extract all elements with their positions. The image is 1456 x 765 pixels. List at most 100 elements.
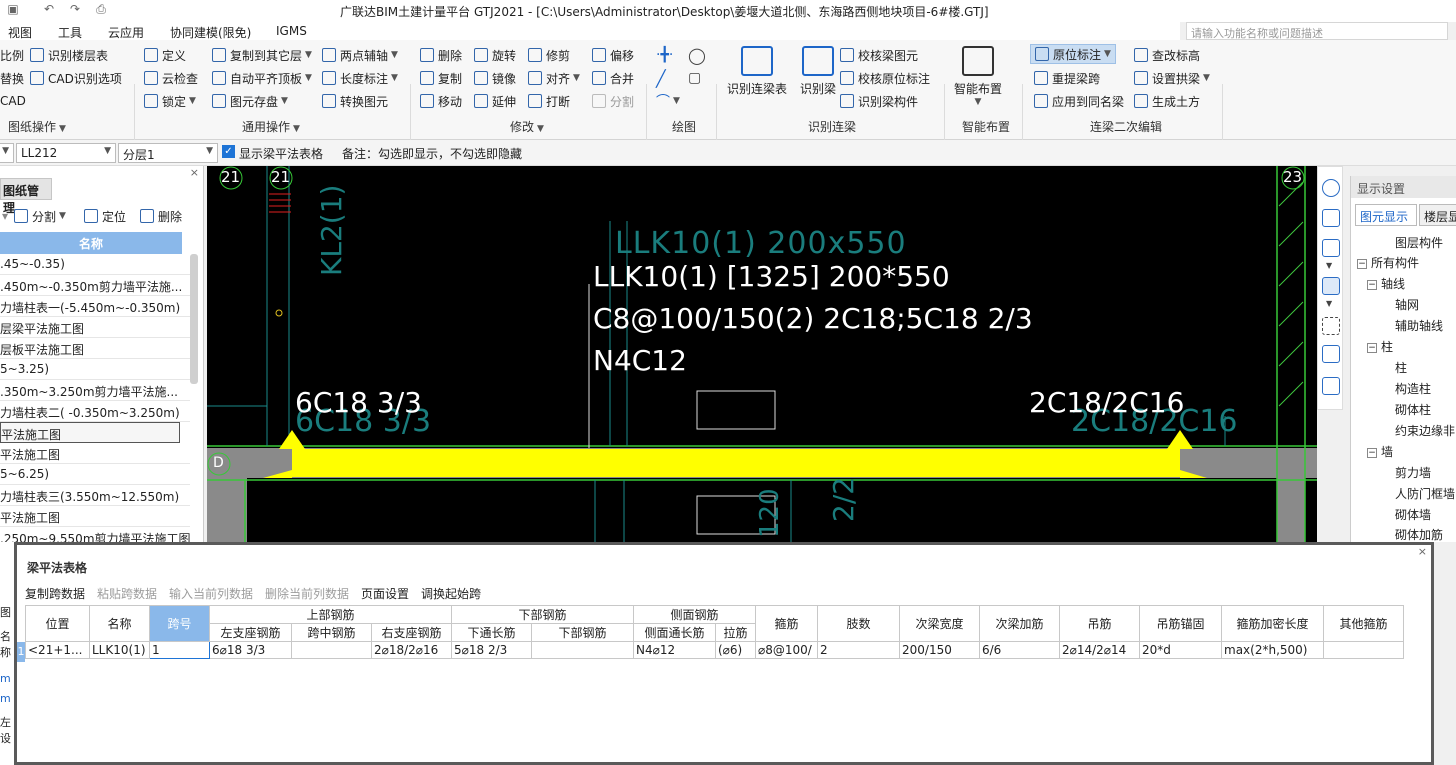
layer-select[interactable]: 分层1 ▼ xyxy=(118,143,218,163)
draw-rect-button[interactable]: ▢ xyxy=(688,68,701,88)
drawing-canvas[interactable]: 21 21 23 D D LLK10(1) 200x550 KL2(1) 6C1… xyxy=(207,166,1317,542)
delete-column-data-button[interactable]: 删除当前列数据 xyxy=(265,585,349,602)
row-index[interactable]: 1 xyxy=(17,642,25,662)
two-point-axis-button[interactable]: 两点辅轴 ▼ xyxy=(322,45,398,65)
paste-span-data-button[interactable]: 粘贴跨数据 xyxy=(97,585,157,602)
align-button[interactable]: 对齐 ▼ xyxy=(528,68,580,88)
header-bottom-through[interactable]: 下通长筋 xyxy=(451,623,532,642)
menu-collab[interactable]: 协同建模(限免) xyxy=(170,24,251,41)
drawing-list-item[interactable]: 力墙柱表一(-5.450m~-0.350m) xyxy=(0,296,190,317)
locate-button[interactable]: 定位 xyxy=(84,206,126,226)
drawing-list-item[interactable]: 平法施工图 xyxy=(0,506,190,527)
layer-icon[interactable] xyxy=(1322,345,1340,363)
header-span[interactable]: 跨号 xyxy=(149,605,210,642)
header-hanger-anchor[interactable]: 吊筋锚固 xyxy=(1139,605,1222,642)
table-cell[interactable]: N4⌀12 xyxy=(633,641,716,659)
header-legs[interactable]: 肢数 xyxy=(817,605,900,642)
table-cell[interactable]: 2⌀14/2⌀14 xyxy=(1059,641,1140,659)
drawing-list-item[interactable]: .450m~-0.350m剪力墙平法施... xyxy=(0,275,190,296)
edit-elevation-button[interactable]: 查改标高 xyxy=(1134,45,1200,65)
lock-button[interactable]: 锁定 ▼ xyxy=(144,91,196,111)
delete-button[interactable]: 删除 xyxy=(420,45,462,65)
table-cell[interactable]: max(2*h,500) xyxy=(1221,641,1324,659)
tree-civil-defense-wall[interactable]: 人防门框墙 xyxy=(1395,485,1455,502)
tree-all-members[interactable]: − 所有构件 xyxy=(1357,254,1419,271)
drawing-list-item[interactable]: 5~6.25) xyxy=(0,464,190,485)
table-cell[interactable] xyxy=(1323,641,1404,659)
header-stirrup[interactable]: 箍筋 xyxy=(755,605,818,642)
copy-to-other-layer-button[interactable]: 复制到其它层 ▼ xyxy=(212,45,312,65)
close-icon[interactable]: × xyxy=(190,166,199,179)
member-select[interactable]: LL212 ▼ xyxy=(16,143,116,163)
draw-circle-button[interactable]: ◯ xyxy=(688,45,706,65)
split-drawing-button[interactable]: ▾ 分割 ▼ xyxy=(2,206,66,226)
orbit-icon[interactable] xyxy=(1322,179,1340,197)
trim-button[interactable]: 修剪 xyxy=(528,45,570,65)
function-search-input[interactable]: 请输入功能名称或问题描述 xyxy=(1186,22,1448,40)
identify-floor-table-button[interactable]: 识别楼层表 xyxy=(30,45,108,65)
table-cell[interactable]: ⌀8@100/ xyxy=(755,641,818,659)
tree-masonry-column[interactable]: 砌体柱 xyxy=(1395,401,1431,418)
tree-masonry-rebar[interactable]: 砌体加筋 xyxy=(1395,526,1443,543)
redo-icon[interactable]: ↷ xyxy=(66,2,84,18)
identify-beam-member-button[interactable]: 识别梁构件 xyxy=(840,91,918,111)
cad-button[interactable]: CAD xyxy=(0,91,26,111)
tree-axis[interactable]: − 轴线 xyxy=(1367,275,1405,292)
cad-options-button[interactable]: CAD识别选项 xyxy=(30,68,122,88)
break-button[interactable]: 打断 xyxy=(528,91,570,111)
header-secondary-width[interactable]: 次梁宽度 xyxy=(899,605,980,642)
dialog-close-icon[interactable]: × xyxy=(1418,545,1427,558)
tree-axis-grid[interactable]: 轴网 xyxy=(1395,296,1419,313)
drawing-list-item[interactable]: .350m~3.250m剪力墙平法施... xyxy=(0,380,190,401)
header-position[interactable]: 位置 xyxy=(25,605,90,642)
drawing-list-item[interactable]: 层梁平法施工图 xyxy=(0,317,190,338)
header-mid-span[interactable]: 跨中钢筋 xyxy=(291,623,372,642)
table-cell[interactable]: 6/6 xyxy=(979,641,1060,659)
reextract-span-button[interactable]: 重提梁跨 xyxy=(1034,68,1100,88)
copy-button[interactable]: 复制 xyxy=(420,68,462,88)
swap-start-span-button[interactable]: 调换起始跨 xyxy=(421,585,481,602)
original-annotation-button[interactable]: 原位标注 ▼ xyxy=(1030,44,1116,64)
table-cell[interactable]: (⌀6) xyxy=(715,641,756,659)
undo-icon[interactable]: ↶ xyxy=(40,2,58,18)
apply-same-name-button[interactable]: 应用到同名梁 xyxy=(1034,91,1124,111)
mirror-button[interactable]: 镜像 xyxy=(474,68,516,88)
scale-button[interactable]: 比例 xyxy=(0,45,24,65)
define-button[interactable]: 定义 xyxy=(144,45,186,65)
auto-align-top-button[interactable]: 自动平齐顶板 ▼ xyxy=(212,68,312,88)
print-icon[interactable]: ⎙ xyxy=(92,2,110,18)
draw-point-button[interactable]: ·╋· xyxy=(656,45,673,65)
header-hanger[interactable]: 吊筋 xyxy=(1059,605,1140,642)
header-right-support[interactable]: 右支座钢筋 xyxy=(371,623,452,642)
generate-earthwork-button[interactable]: 生成土方 xyxy=(1134,91,1200,111)
table-cell[interactable]: 20*d xyxy=(1139,641,1222,659)
table-cell[interactable]: 2⌀18/2⌀16 xyxy=(371,641,452,659)
header-tie[interactable]: 拉筋 xyxy=(715,623,756,642)
menu-tools[interactable]: 工具 xyxy=(58,24,82,41)
header-bottom[interactable]: 下部钢筋 xyxy=(531,623,634,642)
identify-beam-button[interactable]: 识别梁 xyxy=(790,46,846,97)
drawing-list-item[interactable]: 5~3.25) xyxy=(0,359,190,380)
extend-button[interactable]: 延伸 xyxy=(474,91,516,111)
left-scrollbar[interactable] xyxy=(190,254,198,384)
drawing-list-item[interactable]: .45~-0.35) xyxy=(0,254,190,275)
convert-element-button[interactable]: 转换图元 xyxy=(322,91,388,111)
table-cell[interactable] xyxy=(291,641,372,659)
check-original-annotation-button[interactable]: 校核原位标注 xyxy=(840,68,930,88)
header-secondary-rebar[interactable]: 次梁加筋 xyxy=(979,605,1060,642)
tree-shear-wall[interactable]: 剪力墙 xyxy=(1395,464,1431,481)
length-dimension-button[interactable]: 长度标注 ▼ xyxy=(322,68,398,88)
drawing-list-item[interactable]: 力墙柱表三(3.550m~12.550m) xyxy=(0,485,190,506)
show-table-label[interactable]: 显示梁平法表格 xyxy=(239,145,323,162)
table-cell[interactable]: 5⌀18 2/3 xyxy=(451,641,532,659)
box-view-icon[interactable] xyxy=(1322,277,1340,295)
table-cell[interactable]: <21+1... xyxy=(25,641,90,659)
save-icon[interactable]: ▣ xyxy=(4,2,22,18)
header-dense-length[interactable]: 箍筋加密长度 xyxy=(1221,605,1324,642)
move-button[interactable]: 移动 xyxy=(420,91,462,111)
3d-view-icon[interactable] xyxy=(1322,209,1340,227)
drawing-list-item[interactable]: 层板平法施工图 xyxy=(0,338,190,359)
cube-view-icon[interactable] xyxy=(1322,239,1340,257)
input-column-data-button[interactable]: 输入当前列数据 xyxy=(169,585,253,602)
rotate-button[interactable]: 旋转 xyxy=(474,45,516,65)
